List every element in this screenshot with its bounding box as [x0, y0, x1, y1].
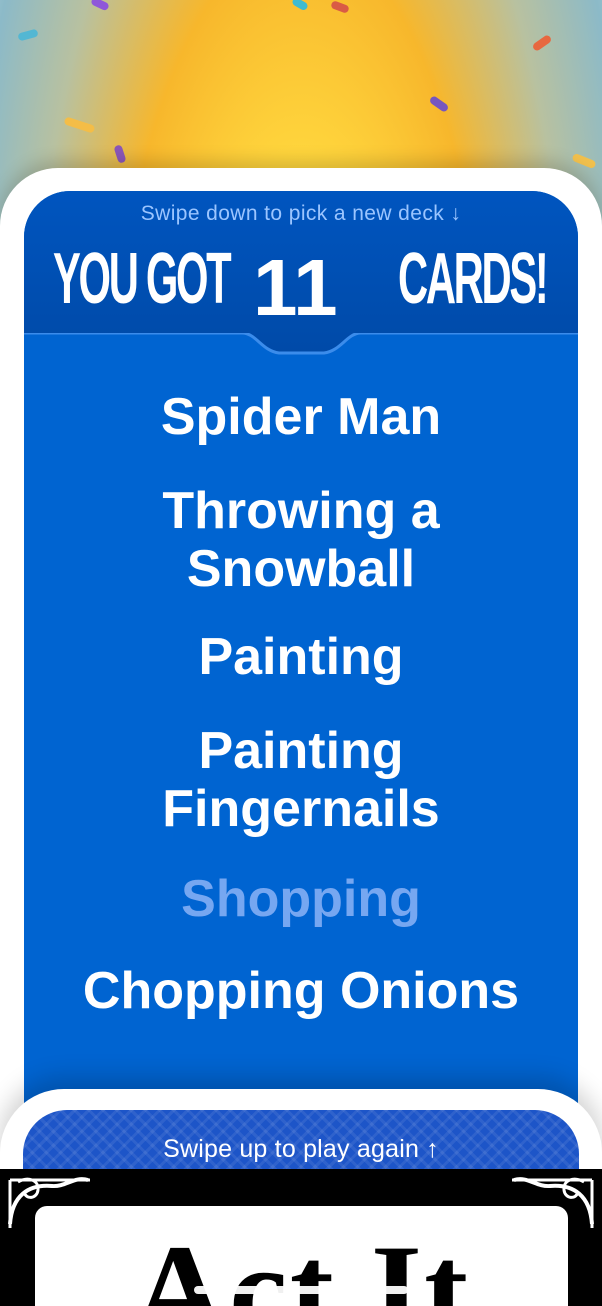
confetti-piece — [330, 0, 350, 14]
card-result-item: Spider Man — [160, 388, 442, 446]
results-screen[interactable]: Swipe down to pick a new deck ↓ YOU GOT … — [0, 0, 602, 1306]
card-result-item: Painting Fingernails — [162, 722, 440, 838]
ornament-icon — [512, 1177, 594, 1228]
card-result-item: Painting — [198, 628, 404, 686]
home-indicator[interactable] — [194, 1286, 408, 1294]
result-prefix: YOU GOT — [53, 239, 232, 319]
confetti-piece — [63, 116, 96, 134]
confetti-piece — [17, 28, 39, 42]
next-deck-title: Act It — [131, 1217, 471, 1306]
confetti-piece — [90, 0, 110, 12]
card-result-item: Throwing a Snowball — [162, 482, 440, 598]
cards-count: 11 — [253, 243, 338, 332]
missed-card-result-item: Shopping — [181, 870, 421, 928]
swipe-down-instruction[interactable]: Swipe down to pick a new deck ↓ — [0, 200, 602, 228]
header-notch-shape — [24, 333, 578, 367]
confetti-piece — [571, 152, 597, 170]
confetti-piece — [291, 0, 309, 12]
ornament-icon — [8, 1177, 90, 1228]
confetti-piece — [113, 144, 127, 164]
confetti-piece — [428, 94, 450, 114]
result-title: YOU GOT 11 CARDS! — [53, 234, 553, 330]
confetti-piece — [531, 33, 553, 53]
card-result-item: Chopping Onions — [82, 962, 520, 1020]
result-suffix: CARDS! — [398, 239, 549, 319]
swipe-up-instruction[interactable]: Swipe up to play again ↑ — [0, 1133, 602, 1165]
